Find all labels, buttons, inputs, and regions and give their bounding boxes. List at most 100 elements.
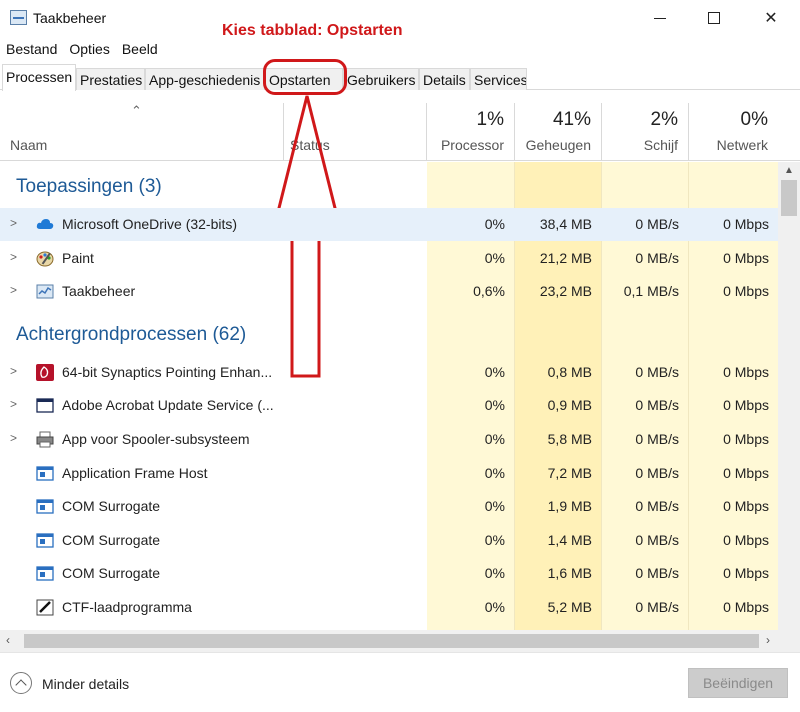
process-name: COM Surrogate — [62, 498, 161, 515]
app-frame-icon — [36, 532, 54, 549]
table-row[interactable]: > Microsoft OneDrive (32-bits) 0% 38,4 MB 0 … — [0, 208, 778, 241]
scroll-right-icon[interactable]: › — [766, 633, 770, 647]
tab-processen[interactable]: Processen — [2, 64, 76, 91]
table-row[interactable]: >64-bit Synaptics Pointing Enhan... 0% 0,8… — [0, 356, 778, 389]
tab-gebruikers[interactable]: Gebruikers — [343, 68, 419, 90]
memory-value: 5,2 MB — [547, 599, 592, 615]
group-header[interactable]: Achtergrondprocessen (62) — [0, 310, 778, 358]
memory-value: 38,4 MB — [539, 216, 592, 232]
cpu-value: 0% — [484, 431, 505, 447]
table-row[interactable]: Application Frame Host 0% 7,2 MB 0 MB/s 0 Mb… — [0, 457, 778, 490]
end-task-button[interactable]: Beëindigen — [688, 668, 788, 698]
process-name: App voor Spooler-subsysteem — [62, 431, 250, 447]
cpu-value: 0% — [484, 531, 505, 548]
cpu-value: 0% — [484, 249, 505, 266]
cpu-value: 0% — [484, 464, 505, 481]
table-row[interactable]: > Adobe Acrobat Update Service (... 0% 0,9 … — [0, 389, 778, 422]
table-row[interactable]: COM Surrogate 0% 1,4 MB 0 MB/s 0 Mbps — [0, 524, 778, 557]
process-list: Toepassingen (3) > Microsoft OneDrive (32-… — [0, 162, 778, 630]
table-row[interactable]: > Taakbeheer 0,6% 23,2 MB 0,1 MB/s 0 Mbps — [0, 275, 778, 308]
menu-bestand[interactable]: Bestand — [0, 38, 63, 60]
sort-up-icon[interactable]: ⌃ — [131, 103, 142, 119]
process-name: COM Surrogate — [62, 565, 161, 582]
disk-value: 0 MB/s — [635, 464, 679, 481]
disk-label: Schijf — [643, 137, 678, 153]
disk-value: 0 MB/s — [635, 216, 679, 232]
memory-value: 0,9 MB — [547, 397, 592, 414]
column-status[interactable]: Status — [290, 137, 330, 153]
table-row[interactable]: COM Surrogate 0% 1,6 MB 0 MB/s 0 Mbps — [0, 557, 778, 590]
tab-opstarten[interactable]: Opstarten — [265, 68, 343, 90]
cpu-label: Processor — [440, 137, 504, 153]
column-divider — [283, 103, 284, 161]
table-row[interactable]: CTF-laadprogramma 0% 5,2 MB 0 MB/s 0 Mbps — [0, 591, 778, 624]
memory-value: 5,8 MB — [547, 431, 592, 447]
tab-app-geschiedenis[interactable]: App-geschiedenis — [145, 68, 265, 90]
memory-value: 21,2 MB — [539, 249, 592, 266]
chevron-up-circle-icon[interactable] — [10, 672, 32, 694]
network-value: 0 Mbps — [723, 531, 769, 548]
horizontal-scrollbar[interactable]: ‹ › — [0, 630, 800, 652]
process-name: Microsoft OneDrive (32-bits) — [62, 216, 238, 232]
scroll-up-icon[interactable]: ▲ — [778, 162, 800, 180]
less-details-link[interactable]: Minder details — [42, 676, 129, 692]
cpu-value: 0% — [484, 216, 505, 232]
network-value: 0 Mbps — [723, 363, 769, 380]
network-total: 0% — [740, 109, 768, 130]
network-value: 0 Mbps — [723, 431, 769, 447]
column-network[interactable]: 0% Netwerk — [688, 91, 778, 161]
horizontal-scroll-thumb[interactable] — [24, 634, 759, 648]
close-button[interactable]: ✕ — [748, 0, 794, 36]
scroll-left-icon[interactable]: ‹ — [6, 633, 10, 647]
group-header[interactable]: Toepassingen (3) — [0, 162, 778, 210]
chevron-right-icon[interactable]: > — [10, 283, 22, 297]
chevron-right-icon[interactable]: > — [10, 397, 22, 411]
maximize-button[interactable] — [691, 0, 737, 36]
column-name[interactable]: Naam — [10, 137, 47, 153]
tab-services[interactable]: Services — [470, 68, 527, 90]
network-value: 0 Mbps — [723, 216, 769, 232]
memory-value: 0,8 MB — [547, 363, 592, 380]
disk-value: 0 MB/s — [635, 498, 679, 515]
cloud-icon — [36, 216, 54, 233]
disk-value: 0 MB/s — [635, 363, 679, 380]
disk-value: 0,1 MB/s — [623, 283, 679, 300]
tab-prestaties[interactable]: Prestaties — [76, 68, 145, 90]
memory-label: Geheugen — [525, 137, 591, 153]
menu-opties[interactable]: Opties — [63, 38, 115, 60]
tab-bar: Processen Prestaties App-geschiedenis Op… — [0, 64, 800, 91]
column-disk[interactable]: 2% Schijf — [601, 91, 688, 161]
disk-value: 0 MB/s — [635, 531, 679, 548]
chevron-right-icon[interactable]: > — [10, 364, 22, 378]
network-value: 0 Mbps — [723, 498, 769, 515]
task-manager-icon — [36, 283, 54, 300]
memory-value: 1,9 MB — [547, 498, 592, 515]
table-row[interactable]: > Paint 0% 21,2 MB 0 MB/s 0 Mbps — [0, 242, 778, 275]
chevron-right-icon[interactable]: > — [10, 431, 22, 445]
annotation-label: Kies tabblad: Opstarten — [222, 22, 403, 39]
table-row[interactable]: > App voor Spooler-subsysteem 0% 5,8 MB 0 MB… — [0, 423, 778, 456]
task-manager-icon — [10, 10, 27, 25]
chevron-right-icon[interactable]: > — [10, 250, 22, 264]
minimize-icon — [654, 17, 666, 19]
table-row[interactable]: COM Surrogate 0% 1,9 MB 0 MB/s 0 Mbps — [0, 490, 778, 523]
column-cpu[interactable]: 1% Processor — [427, 91, 514, 161]
vertical-scrollbar[interactable]: ▲ — [778, 162, 800, 630]
minimize-button[interactable] — [637, 0, 683, 36]
cpu-value: 0% — [484, 363, 505, 380]
disk-value: 0 MB/s — [635, 249, 679, 266]
tab-details[interactable]: Details — [419, 68, 470, 90]
network-value: 0 Mbps — [723, 599, 769, 615]
network-label: Netwerk — [716, 137, 768, 153]
column-memory[interactable]: 41% Geheugen — [514, 91, 601, 161]
cpu-total: 1% — [476, 109, 504, 130]
scroll-thumb[interactable] — [781, 180, 797, 216]
process-name: Paint — [62, 249, 94, 266]
disk-value: 0 MB/s — [635, 565, 679, 582]
chevron-right-icon[interactable]: > — [10, 216, 22, 230]
menu-beeld[interactable]: Beeld — [116, 38, 164, 60]
close-icon: ✕ — [764, 10, 778, 27]
disk-value: 0 MB/s — [635, 599, 679, 615]
app-frame-icon — [36, 498, 54, 515]
cpu-value: 0% — [484, 599, 505, 615]
